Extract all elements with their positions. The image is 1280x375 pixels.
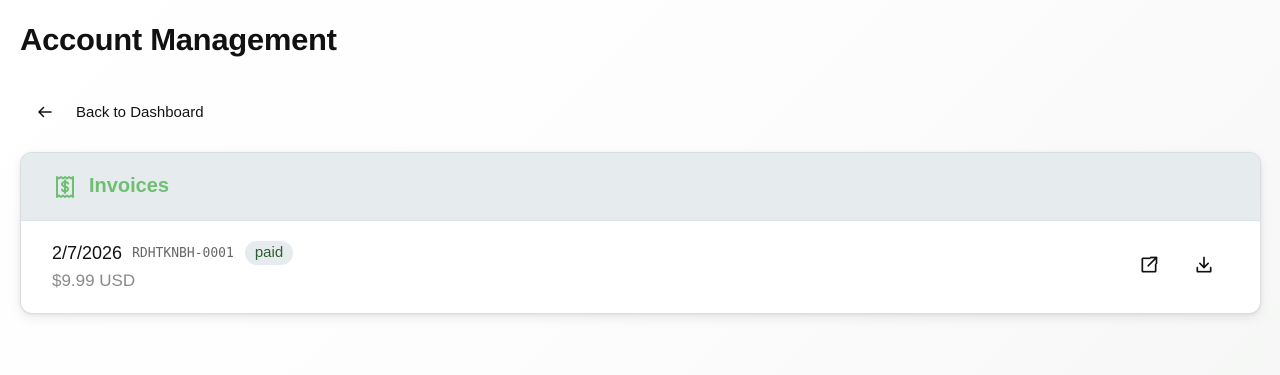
invoice-list-item: 2/7/2026 RDHTKNBH-0001 paid $9.99 USD [21, 221, 1260, 313]
open-invoice-button[interactable] [1134, 252, 1164, 282]
arrow-left-icon [36, 103, 54, 121]
invoices-card-header: Invoices [21, 153, 1260, 221]
receipt-dollar-icon [53, 175, 77, 199]
page-title: Account Management [20, 22, 337, 57]
external-link-icon [1139, 255, 1159, 280]
status-badge: paid [244, 241, 294, 265]
invoice-summary: 2/7/2026 RDHTKNBH-0001 paid [52, 241, 294, 265]
invoice-date: 2/7/2026 [52, 242, 123, 263]
back-link-label: Back to Dashboard [76, 103, 204, 121]
download-icon [1194, 255, 1214, 280]
back-to-dashboard-link[interactable]: Back to Dashboard [24, 96, 216, 128]
download-invoice-button[interactable] [1189, 252, 1219, 282]
invoices-card-title: Invoices [89, 175, 170, 197]
invoice-amount: $9.99 USD [52, 271, 136, 290]
invoices-card: Invoices 2/7/2026 RDHTKNBH-0001 paid $9.… [20, 152, 1261, 314]
invoice-number: RDHTKNBH-0001 [132, 245, 234, 261]
account-management-page: Account Management Back to Dashboard Inv… [0, 0, 1280, 375]
